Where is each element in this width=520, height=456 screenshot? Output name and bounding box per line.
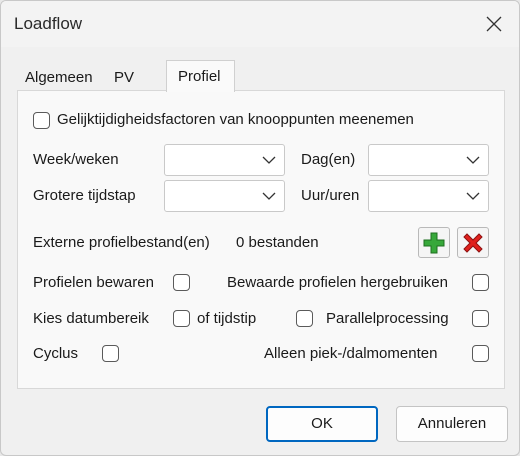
reuse-profiles-label: Bewaarde profielen hergebruiken	[227, 274, 448, 291]
timestamp-checkbox[interactable]	[296, 310, 313, 327]
days-label: Dag(en)	[301, 151, 356, 168]
chevron-down-icon	[466, 192, 480, 200]
weeks-select[interactable]	[164, 144, 285, 176]
window-title: Loadflow	[14, 14, 83, 33]
reuse-profiles-checkbox[interactable]	[472, 274, 489, 291]
delete-icon	[463, 233, 483, 253]
title-bar: Loadflow	[1, 1, 519, 47]
tab-profiel-label: Profiel	[178, 68, 221, 85]
date-range-checkbox[interactable]	[173, 310, 190, 327]
cycle-checkbox[interactable]	[102, 345, 119, 362]
chevron-down-icon	[262, 156, 276, 164]
chevron-down-icon	[262, 192, 276, 200]
date-range-label: Kies datumbereik	[33, 310, 149, 327]
tab-pv[interactable]: PV	[114, 69, 134, 86]
hours-label: Uur/uren	[301, 187, 360, 204]
parallel-label: Parallelprocessing	[326, 310, 449, 327]
timestamp-label: of tijdstip	[197, 310, 257, 327]
peak-label: Alleen piek-/dalmomenten	[264, 345, 438, 362]
cancel-button[interactable]: Annuleren	[396, 406, 508, 442]
timestep-label: Grotere tijdstap	[33, 187, 136, 204]
ok-button[interactable]: OK	[266, 406, 378, 442]
external-files-count: 0 bestanden	[236, 234, 319, 251]
loadflow-dialog: Loadflow Algemeen PV Profiel Gelijktijdi…	[0, 0, 520, 456]
remove-file-button[interactable]	[457, 227, 489, 258]
external-files-label: Externe profielbestand(en)	[33, 234, 210, 251]
simultaneity-checkbox[interactable]	[33, 112, 50, 129]
save-profiles-label: Profielen bewaren	[33, 274, 154, 291]
days-select[interactable]	[368, 144, 489, 176]
plus-icon	[423, 232, 445, 254]
parallel-checkbox[interactable]	[472, 310, 489, 327]
weeks-label: Week/weken	[33, 151, 119, 168]
peak-checkbox[interactable]	[472, 345, 489, 362]
save-profiles-checkbox[interactable]	[173, 274, 190, 291]
tab-algemeen[interactable]: Algemeen	[25, 69, 93, 86]
hours-select[interactable]	[368, 180, 489, 212]
close-icon	[486, 16, 502, 32]
chevron-down-icon	[466, 156, 480, 164]
close-button[interactable]	[475, 7, 513, 41]
timestep-select[interactable]	[164, 180, 285, 212]
tab-profiel[interactable]: Profiel	[166, 60, 235, 92]
cycle-label: Cyclus	[33, 345, 79, 362]
add-file-button[interactable]	[418, 227, 450, 258]
simultaneity-label: Gelijktijdigheidsfactoren van knooppunte…	[57, 111, 414, 128]
